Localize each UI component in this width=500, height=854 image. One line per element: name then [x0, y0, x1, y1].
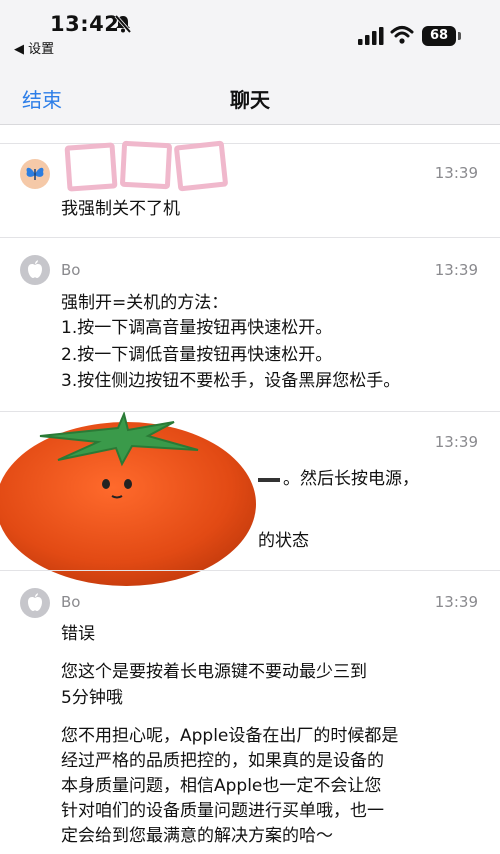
message-line: 。然后长按电源， — [283, 469, 419, 489]
message-line: 强制开=关机的方法： — [61, 293, 229, 313]
cellular-signal-icon — [358, 27, 384, 45]
message-line: 我强制关不了机 — [61, 199, 180, 219]
message-time: 13:39 — [434, 593, 478, 611]
silent-bell-icon — [114, 14, 132, 34]
message-line: 5分钟哦 — [61, 688, 123, 708]
avatar — [20, 588, 50, 618]
pink-square-sticker — [173, 140, 229, 192]
clock: 13:42 — [50, 12, 120, 36]
wifi-icon — [390, 26, 414, 44]
message-time: 13:39 — [434, 433, 478, 451]
sender-name: Bo — [61, 261, 81, 279]
message-line: 您这个是要按着长电源键不要动最少三到 — [61, 662, 367, 682]
status-bar: 13:42 ◀ 设置 68 — [0, 0, 500, 58]
sender-name: Bo — [61, 593, 81, 611]
message-line: 1.按一下调高音量按钮再快速松开。 — [61, 318, 333, 338]
apple-logo-icon — [28, 593, 42, 611]
battery-cap — [458, 32, 461, 40]
message-time: 13:39 — [434, 164, 478, 182]
message-line: 本身质量问题，相信Apple也一定不会让您 — [61, 776, 382, 796]
back-to-settings-link[interactable]: ◀ 设置 — [14, 38, 54, 57]
message-line: 定会给到您最满意的解决方案的哈～ — [61, 826, 333, 846]
pink-square-sticker — [64, 142, 118, 192]
avatar — [20, 159, 50, 189]
butterfly-icon — [26, 167, 44, 180]
message-line: 您不用担心呢，Apple设备在出厂的时候都是 — [61, 726, 399, 746]
nav-bar: 结束 聊天 — [0, 58, 500, 125]
message-line: 3.按住侧边按钮不要松手，设备黑屏您松手。 — [61, 371, 401, 391]
page-title: 聊天 — [230, 88, 270, 112]
message-time: 13:39 — [434, 261, 478, 279]
battery-level: 68 — [422, 26, 456, 46]
message-4: Bo 13:39 错误 您这个是要按着长电源键不要动最少三到 5分钟哦 您不用担… — [0, 570, 500, 854]
avatar — [20, 255, 50, 285]
message-line: 经过严格的品质把控的，如果真的是设备的 — [61, 751, 384, 771]
message-line: 针对咱们的设备质量问题进行买单哦，也一 — [61, 801, 384, 821]
apple-logo-icon — [28, 260, 42, 278]
tomato-sticker — [0, 412, 256, 586]
message-line: 错误 — [61, 624, 95, 644]
message-line: 2.按一下调低音量按钮再快速松开。 — [61, 345, 333, 365]
message-2: Bo 13:39 强制开=关机的方法： 1.按一下调高音量按钮再快速松开。 2.… — [0, 237, 500, 412]
pink-square-sticker — [119, 140, 173, 190]
